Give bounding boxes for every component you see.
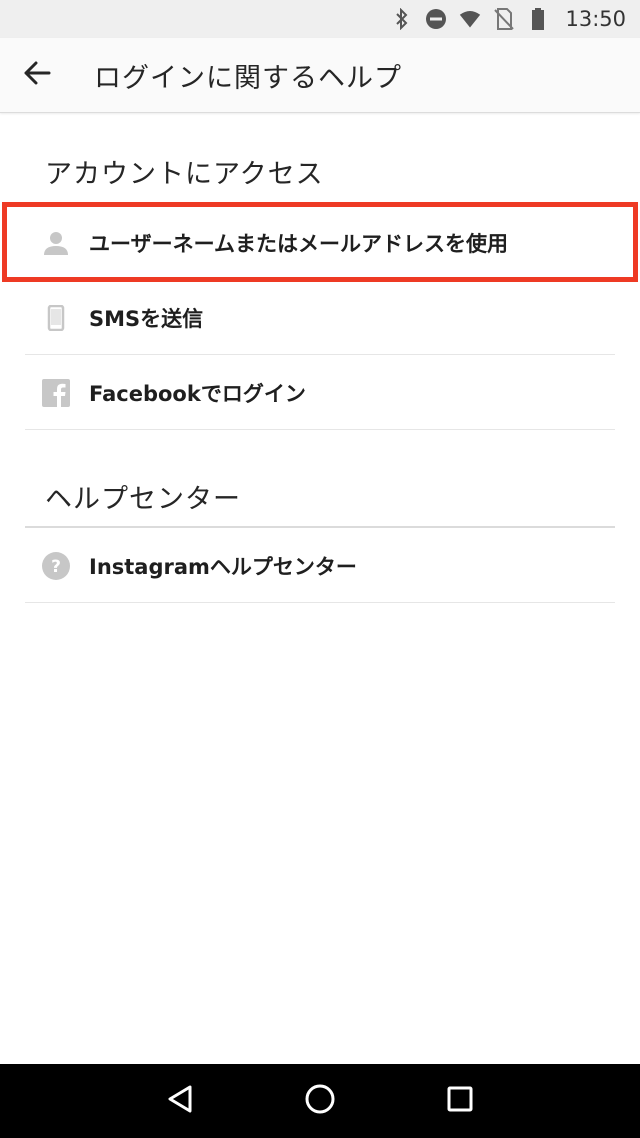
system-nav-bar <box>0 1064 640 1138</box>
back-button[interactable] <box>0 38 74 113</box>
recents-square-icon <box>446 1085 474 1117</box>
battery-icon <box>527 8 549 30</box>
person-icon <box>41 228 71 258</box>
nav-recents-button[interactable] <box>440 1081 480 1121</box>
page-title: ログインに関するヘルプ <box>94 62 402 94</box>
help-icon: ? <box>41 551 71 581</box>
list-item-send-sms[interactable]: SMSを送信 <box>25 281 615 355</box>
nav-home-button[interactable] <box>300 1081 340 1121</box>
list-item-label: SMSを送信 <box>89 306 204 331</box>
nav-back-button[interactable] <box>160 1081 200 1121</box>
list-item-label: ユーザーネームまたはメールアドレスを使用 <box>89 232 508 256</box>
list-item-label: Instagramヘルプセンター <box>89 554 357 579</box>
back-triangle-icon <box>166 1084 194 1118</box>
status-bar: 13:50 <box>0 0 640 38</box>
list-item-label: Facebookでログイン <box>89 381 306 406</box>
facebook-icon <box>41 378 71 408</box>
home-circle-icon <box>304 1083 336 1119</box>
status-time: 13:50 <box>565 7 626 31</box>
wifi-icon <box>459 8 481 30</box>
section-header-account-access: アカウントにアクセス <box>45 159 324 190</box>
section-divider <box>25 526 615 528</box>
section-header-help-center: ヘルプセンター <box>45 484 241 515</box>
list-item-instagram-help-center[interactable]: ? Instagramヘルプセンター <box>25 529 615 603</box>
bluetooth-icon <box>391 8 413 30</box>
no-sim-icon <box>493 8 515 30</box>
do-not-disturb-icon <box>425 8 447 30</box>
svg-text:?: ? <box>51 557 61 577</box>
phone-icon <box>41 303 71 333</box>
app-bar: ログインに関するヘルプ <box>0 38 640 113</box>
list-item-username-email[interactable]: ユーザーネームまたはメールアドレスを使用 <box>25 206 615 280</box>
arrow-left-icon <box>23 61 51 89</box>
list-item-facebook-login[interactable]: Facebookでログイン <box>25 356 615 430</box>
